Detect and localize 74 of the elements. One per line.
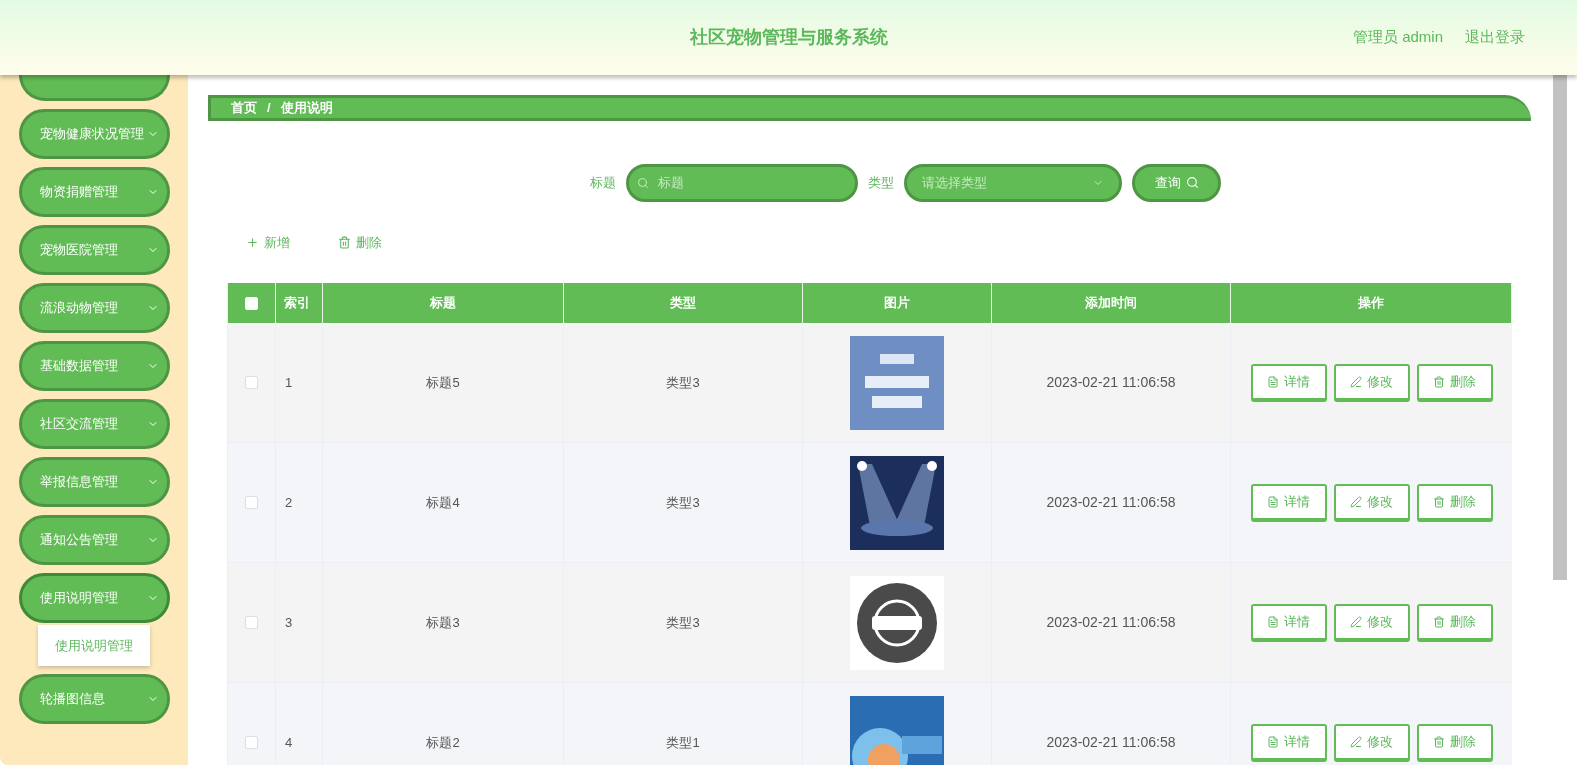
menu-item[interactable]: 社区交流管理 <box>19 399 170 449</box>
menu-item[interactable]: 使用说明管理 <box>19 573 170 623</box>
breadcrumb-separator: / <box>267 99 271 117</box>
document-icon <box>1267 615 1279 628</box>
table-cell-text: 2023-02-21 11:06:58 <box>1046 493 1176 512</box>
menu-item[interactable] <box>19 75 170 101</box>
table-cell-text: 类型3 <box>666 613 700 632</box>
add-button[interactable]: 新增 <box>246 232 290 252</box>
table-cell-text: 2023-02-21 11:06:58 <box>1046 613 1176 632</box>
table-cell-text: 类型3 <box>666 493 700 512</box>
pen-icon <box>1350 615 1362 628</box>
trash-icon <box>1433 375 1445 388</box>
table-cell-text: 类型1 <box>666 733 700 752</box>
pen-icon <box>1350 495 1362 508</box>
delete-button[interactable]: 删除 <box>338 232 382 252</box>
table-cell-text: 2023-02-21 11:06:58 <box>1046 733 1176 752</box>
app-title: 社区宠物管理与服务系统 <box>689 26 888 49</box>
trash-icon <box>338 235 351 249</box>
row-checkbox[interactable] <box>245 496 258 509</box>
edit-button[interactable]: 修改 <box>1333 363 1410 402</box>
search-icon <box>637 176 649 189</box>
row-checkbox[interactable] <box>245 736 258 749</box>
menu-item[interactable]: 物资捐赠管理 <box>19 167 170 217</box>
pen-icon <box>1350 375 1362 388</box>
table-cell-text: 类型3 <box>666 373 700 392</box>
submenu-item[interactable]: 使用说明管理 <box>38 625 150 666</box>
document-icon <box>1267 735 1279 748</box>
pen-icon <box>1350 735 1362 748</box>
delete-button[interactable]: 删除 <box>1416 363 1493 402</box>
plus-icon <box>246 235 259 249</box>
logout-link[interactable]: 退出登录 <box>1465 26 1525 49</box>
menu-item[interactable]: 基础数据管理 <box>19 341 170 391</box>
admin-label: 管理员 admin <box>1352 27 1443 48</box>
delete-button[interactable]: 删除 <box>1416 723 1493 762</box>
trash-icon <box>1433 735 1445 748</box>
menu-item[interactable]: 宠物健康状况管理 <box>19 109 170 159</box>
title-label: 标题 <box>590 173 616 192</box>
menu-item[interactable]: 宠物医院管理 <box>19 225 170 275</box>
table-cell-text: 2023-02-21 11:06:58 <box>1046 373 1176 392</box>
select-all-checkbox[interactable] <box>245 296 258 310</box>
menu-item[interactable]: 轮播图信息 <box>19 674 170 724</box>
details-button[interactable]: 详情 <box>1250 483 1327 522</box>
document-icon <box>1267 375 1279 388</box>
delete-button[interactable]: 删除 <box>1416 603 1493 642</box>
menu-item[interactable]: 流浪动物管理 <box>19 283 170 333</box>
edit-button[interactable]: 修改 <box>1333 723 1410 762</box>
document-icon <box>1267 495 1279 508</box>
edit-button[interactable]: 修改 <box>1333 483 1410 522</box>
breadcrumb-link[interactable]: 使用说明 <box>280 98 333 118</box>
table-cell-text: 标题2 <box>426 733 460 752</box>
search-icon <box>1185 176 1199 189</box>
breadcrumb-link[interactable]: 首页 <box>231 98 257 118</box>
menu-item[interactable]: 通知公告管理 <box>19 515 170 565</box>
type-label: 类型 <box>868 173 894 192</box>
type-select[interactable]: 请选择类型 <box>904 163 1122 202</box>
table-cell-text: 3 <box>285 613 293 632</box>
row-checkbox[interactable] <box>245 616 258 629</box>
title-search-field[interactable]: 标题 <box>626 163 858 202</box>
trash-icon <box>1433 495 1445 508</box>
table-cell-text: 标题3 <box>426 613 460 632</box>
table-cell-text: 2 <box>285 493 293 512</box>
delete-button[interactable]: 删除 <box>1416 483 1493 522</box>
query-button[interactable]: 查询 <box>1132 163 1221 202</box>
table-cell-text: 标题5 <box>426 373 460 392</box>
edit-button[interactable]: 修改 <box>1333 603 1410 642</box>
details-button[interactable]: 详情 <box>1250 723 1327 762</box>
table-cell-text: 4 <box>285 733 293 752</box>
details-button[interactable]: 详情 <box>1250 603 1327 642</box>
row-checkbox[interactable] <box>245 376 258 389</box>
table-cell-text: 标题4 <box>426 493 460 512</box>
details-button[interactable]: 详情 <box>1250 363 1327 402</box>
menu-item[interactable]: 举报信息管理 <box>19 457 170 507</box>
table-cell-text: 1 <box>285 373 293 392</box>
trash-icon <box>1433 615 1445 628</box>
